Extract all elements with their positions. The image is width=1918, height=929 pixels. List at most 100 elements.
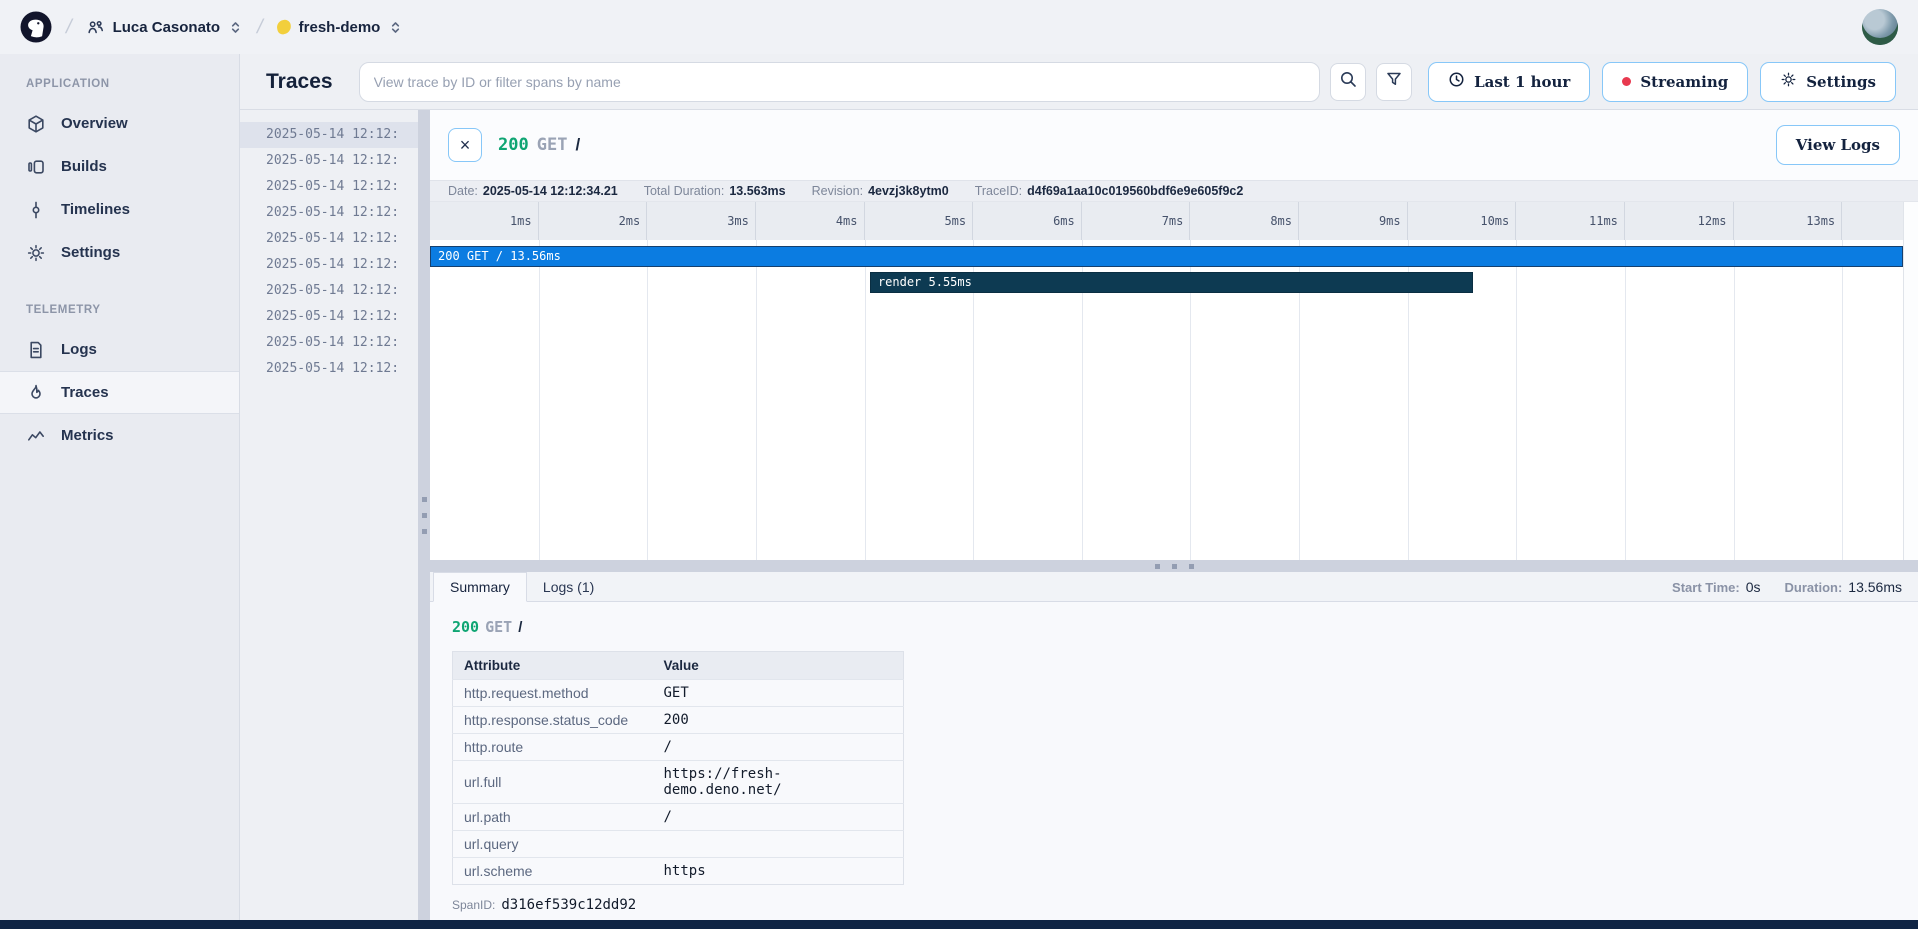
- attribute-name: url.path: [453, 804, 653, 831]
- project-icon: [275, 19, 292, 36]
- status-code: 200: [452, 618, 479, 636]
- timeline-tick-label: 6ms: [973, 202, 1082, 240]
- trace-list-item[interactable]: 2025-05-14 12:12:: [240, 330, 418, 356]
- trace-list-item[interactable]: 2025-05-14 12:12:: [240, 122, 418, 148]
- trace-span-bar[interactable]: 200 GET / 13.56ms: [430, 246, 1903, 267]
- sidebar-item-label: Builds: [61, 158, 107, 175]
- gear-icon: [1780, 71, 1797, 92]
- attribute-value: https: [653, 858, 904, 885]
- trace-list-item[interactable]: 2025-05-14 12:12:: [240, 200, 418, 226]
- breadcrumb-separator: /: [64, 16, 74, 39]
- span-id-value: d316ef539c12dd92: [501, 897, 636, 913]
- breadcrumb-org[interactable]: Luca Casonato: [86, 18, 244, 37]
- request-path: /: [575, 135, 580, 155]
- sidebar-item-traces[interactable]: Traces: [0, 371, 239, 414]
- tab-summary[interactable]: Summary: [433, 572, 527, 602]
- trace-list-item[interactable]: 2025-05-14 12:12:: [240, 304, 418, 330]
- gear-icon: [26, 243, 46, 263]
- sidebar-item-settings[interactable]: Settings: [0, 231, 239, 274]
- timeline-tick-label: 7ms: [1082, 202, 1191, 240]
- search-input[interactable]: [359, 62, 1320, 102]
- trace-meta-traceid: TraceID:d4f69a1aa10c019560bdf6e9e605f9c2: [975, 184, 1244, 198]
- summary-content: 200 GET / AttributeValue http.request.me…: [430, 602, 1918, 913]
- table-row: url.query: [453, 831, 904, 858]
- chevron-updown-icon: [228, 20, 243, 35]
- sidebar-item-timelines[interactable]: Timelines: [0, 188, 239, 231]
- timeline-tick-label: 9ms: [1299, 202, 1408, 240]
- table-row: url.schemehttps: [453, 858, 904, 885]
- trace-title: 200 GET /: [498, 135, 580, 155]
- panel-resize-handle-horizontal[interactable]: [430, 560, 1918, 572]
- breadcrumb-separator: /: [255, 16, 265, 39]
- trace-list-item[interactable]: 2025-05-14 12:12:: [240, 278, 418, 304]
- settings-button[interactable]: Settings: [1760, 62, 1896, 102]
- attribute-value: /: [653, 804, 904, 831]
- timeline-axis: 1ms2ms3ms4ms5ms6ms7ms8ms9ms10ms11ms12ms1…: [430, 202, 1903, 240]
- timing-info: Start Time: 0s Duration: 13.56ms: [1672, 572, 1918, 601]
- table-header-attribute: Attribute: [453, 652, 653, 680]
- timeline-tick-label: 2ms: [539, 202, 648, 240]
- trace-list-item[interactable]: 2025-05-14 12:12:: [240, 356, 418, 382]
- search-icon: [1339, 70, 1357, 93]
- sidebar-item-label: Metrics: [61, 427, 114, 444]
- sidebar-item-metrics[interactable]: Metrics: [0, 414, 239, 457]
- attribute-name: url.query: [453, 831, 653, 858]
- timeline-tick-label: 11ms: [1516, 202, 1625, 240]
- timeline-gridline: [539, 240, 540, 560]
- attribute-name: url.scheme: [453, 858, 653, 885]
- timeline-tick-label: 3ms: [647, 202, 756, 240]
- timeline-gridline: [1734, 240, 1735, 560]
- chevron-updown-icon: [388, 20, 403, 35]
- trace-span-bar[interactable]: render 5.55ms: [870, 272, 1473, 293]
- timeline-scrollbar[interactable]: [1903, 202, 1918, 560]
- search-button[interactable]: [1330, 63, 1366, 101]
- view-logs-button[interactable]: View Logs: [1776, 125, 1900, 165]
- attribute-name: url.full: [453, 761, 653, 804]
- sidebar-item-label: Settings: [61, 244, 120, 261]
- deno-logo-icon[interactable]: [20, 11, 52, 43]
- close-button[interactable]: ×: [448, 128, 482, 162]
- sidebar-item-logs[interactable]: Logs: [0, 328, 239, 371]
- funnel-icon: [1385, 70, 1403, 93]
- panel-resize-handle-vertical[interactable]: [418, 110, 430, 920]
- timeline-tick-label: 8ms: [1190, 202, 1299, 240]
- user-avatar[interactable]: [1862, 9, 1898, 45]
- section-label-application: APPLICATION: [0, 64, 239, 102]
- trace-detail-header: × 200 GET / View Logs: [430, 110, 1918, 180]
- meta-label: Revision:: [812, 184, 863, 198]
- trace-list-item[interactable]: 2025-05-14 12:12:: [240, 252, 418, 278]
- project-name: fresh-demo: [299, 19, 381, 36]
- trace-list-item[interactable]: 2025-05-14 12:12:: [240, 148, 418, 174]
- table-row: http.route/: [453, 734, 904, 761]
- filter-button[interactable]: [1376, 63, 1412, 101]
- http-method: GET: [537, 135, 568, 155]
- timeline-gridline: [756, 240, 757, 560]
- timeline-icon: [26, 200, 46, 220]
- attribute-name: http.request.method: [453, 680, 653, 707]
- breadcrumb-project[interactable]: fresh-demo: [277, 19, 404, 36]
- sidebar-nav: APPLICATION Overview Builds Timelines Settin…: [0, 54, 240, 920]
- timeline-tick-label: 4ms: [756, 202, 865, 240]
- sidebar-item-builds[interactable]: Builds: [0, 145, 239, 188]
- attribute-value: 200: [653, 707, 904, 734]
- attributes-table: AttributeValue http.request.methodGEThtt…: [452, 651, 904, 885]
- span-id-label: SpanID:: [452, 898, 495, 912]
- tab-logs-1[interactable]: Logs (1): [527, 572, 610, 601]
- clock-icon: [1448, 71, 1465, 92]
- table-row: http.response.status_code200: [453, 707, 904, 734]
- trace-list-item[interactable]: 2025-05-14 12:12:: [240, 174, 418, 200]
- trace-meta-total-duration: Total Duration:13.563ms: [644, 184, 786, 198]
- meta-label: TraceID:: [975, 184, 1022, 198]
- streaming-button[interactable]: Streaming: [1602, 62, 1748, 102]
- chart-icon: [26, 426, 46, 446]
- sidebar-item-label: Overview: [61, 115, 128, 132]
- meta-label: Date:: [448, 184, 478, 198]
- trace-list-item[interactable]: 2025-05-14 12:12:: [240, 226, 418, 252]
- timeline-gridline: [647, 240, 648, 560]
- streaming-dot-icon: [1622, 77, 1631, 86]
- app-window: / Luca Casonato / fresh-demo APPLICATION…: [0, 0, 1918, 929]
- sidebar-item-overview[interactable]: Overview: [0, 102, 239, 145]
- time-range-button[interactable]: Last 1 hour: [1428, 62, 1590, 102]
- span-heading: 200 GET /: [452, 618, 1918, 636]
- meta-value: 4evzj3k8ytm0: [868, 184, 949, 198]
